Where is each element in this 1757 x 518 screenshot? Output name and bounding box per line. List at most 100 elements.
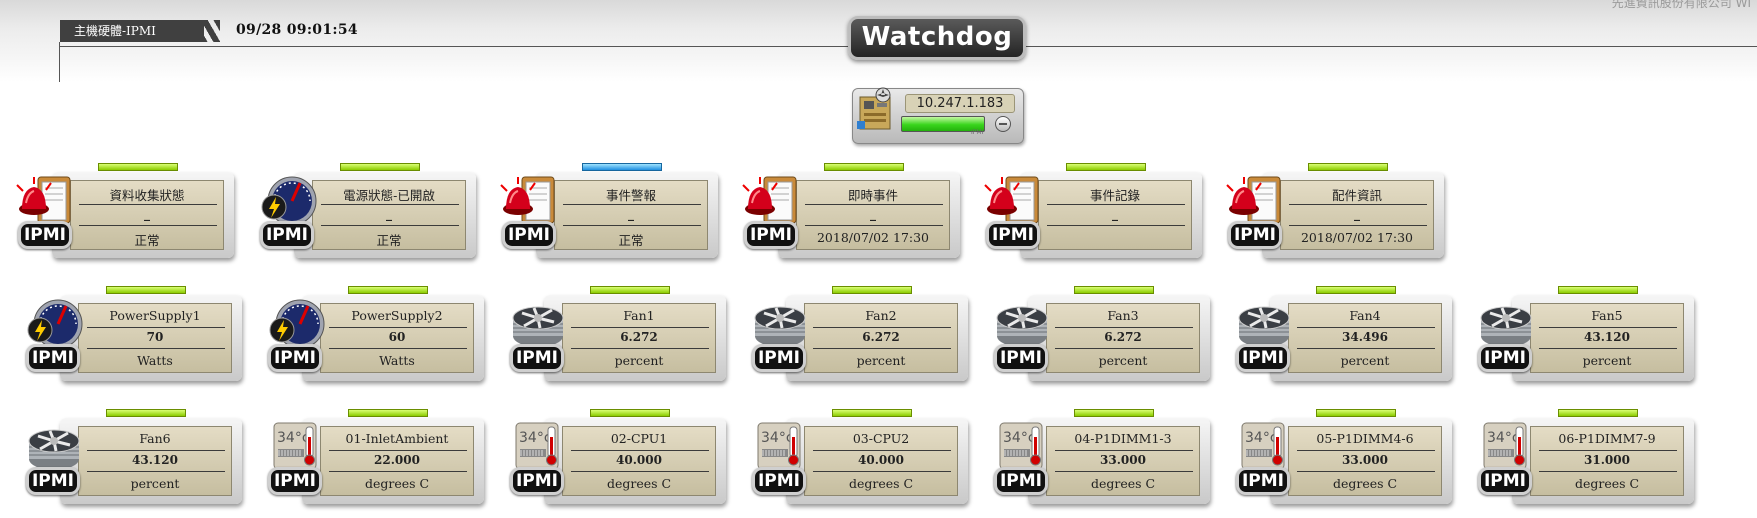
sensor-status: 正常 xyxy=(134,233,160,248)
sensor-value: _ xyxy=(144,207,150,221)
divider xyxy=(563,225,701,226)
sensor-tile[interactable]: 02-CPU1 40.000 degrees C 34°c IPMI xyxy=(508,409,728,509)
sensor-label: Fan3 xyxy=(1107,308,1139,323)
server-badge[interactable]: 10.247.1.183 IPMI xyxy=(852,87,1024,144)
sensor-tile[interactable]: Fan5 43.120 percent IPMI xyxy=(1476,286,1696,386)
sensor-value: 22.000 xyxy=(374,453,420,467)
header-divider-vertical xyxy=(59,42,60,82)
ipmi-badge: IPMI xyxy=(268,344,322,372)
sensor-status: Watts xyxy=(379,353,415,368)
sensor-tile[interactable]: Fan6 43.120 percent IPMI xyxy=(24,409,244,509)
sensor-label: Fan4 xyxy=(1349,308,1381,323)
sensor-tile[interactable]: 電源狀態-已開啟 _ 正常 IPMI xyxy=(258,163,478,263)
tile-panel: 電源狀態-已開啟 _ 正常 xyxy=(312,180,466,250)
sensor-value: 31.000 xyxy=(1584,453,1630,467)
ipmi-badge: IPMI xyxy=(1236,344,1290,372)
status-bar xyxy=(824,163,904,171)
ipmi-badge: IPMI xyxy=(744,221,798,249)
ipmi-badge: IPMI xyxy=(26,344,80,372)
sensor-value: 34.496 xyxy=(1342,330,1388,344)
divider xyxy=(87,327,225,328)
sensor-tile[interactable]: 即時事件 _ 2018/07/02 17:30 IPMI xyxy=(742,163,962,263)
divider xyxy=(87,471,225,472)
svg-text:34°c: 34°c xyxy=(277,430,310,446)
server-toggle-button[interactable] xyxy=(995,116,1011,132)
sensor-value: 33.000 xyxy=(1100,453,1146,467)
divider xyxy=(571,450,709,451)
tile-panel: Fan6 43.120 percent xyxy=(78,426,232,496)
divider xyxy=(1297,327,1435,328)
tile-panel: PowerSupply1 70 Watts xyxy=(78,303,232,373)
ipmi-badge: IPMI xyxy=(1228,221,1282,249)
sensor-label: 06-P1DIMM7-9 xyxy=(1558,431,1656,446)
sensor-status: degrees C xyxy=(848,476,914,491)
sensor-tile[interactable]: 01-InletAmbient 22.000 degrees C 34°c IP… xyxy=(266,409,486,509)
divider xyxy=(87,348,225,349)
tile-panel: 02-CPU1 40.000 degrees C xyxy=(562,426,716,496)
sensor-tile[interactable]: Fan2 6.272 percent IPMI xyxy=(750,286,970,386)
divider xyxy=(1297,471,1435,472)
sensor-status: percent xyxy=(130,476,180,491)
title-decoration xyxy=(188,20,220,42)
divider xyxy=(571,348,709,349)
status-bar xyxy=(106,286,186,294)
sensor-label: 03-CPU2 xyxy=(852,431,910,446)
sensor-tile[interactable]: 資料收集狀態 _ 正常 IPMI xyxy=(16,163,236,263)
divider xyxy=(87,450,225,451)
sensor-tile[interactable]: PowerSupply1 70 Watts IPMI xyxy=(24,286,244,386)
sensor-status: Watts xyxy=(137,353,173,368)
divider xyxy=(571,327,709,328)
sensor-status: 正常 xyxy=(618,233,644,248)
sensor-tile[interactable]: 06-P1DIMM7-9 31.000 degrees C 34°c IPMI xyxy=(1476,409,1696,509)
status-bar xyxy=(98,163,178,171)
sensor-value: 70 xyxy=(146,330,164,344)
sensor-tile[interactable]: 03-CPU2 40.000 degrees C 34°c IPMI xyxy=(750,409,970,509)
ipmi-badge: IPMI xyxy=(18,221,72,249)
sensor-label: 即時事件 xyxy=(847,188,898,203)
tile-panel: 03-CPU2 40.000 degrees C xyxy=(804,426,958,496)
divider xyxy=(1047,225,1185,226)
divider xyxy=(1289,225,1427,226)
sensor-value: 40.000 xyxy=(616,453,662,467)
sensor-tile[interactable]: 05-P1DIMM4-6 33.000 degrees C 34°c IPMI xyxy=(1234,409,1454,509)
ipmi-badge: IPMI xyxy=(268,467,322,495)
tile-panel: 04-P1DIMM1-3 33.000 degrees C xyxy=(1046,426,1200,496)
sensor-status: degrees C xyxy=(606,476,672,491)
sensor-status: percent xyxy=(1340,353,1390,368)
sensor-status: 2018/07/02 17:30 xyxy=(816,230,930,245)
tile-panel: 即時事件 _ 2018/07/02 17:30 xyxy=(796,180,950,250)
sensor-status: degrees C xyxy=(1574,476,1640,491)
sensor-label: 資料收集狀態 xyxy=(109,188,185,203)
status-bar xyxy=(106,409,186,417)
status-bar xyxy=(340,163,420,171)
sensor-value: 6.272 xyxy=(1104,330,1142,344)
tile-panel: 05-P1DIMM4-6 33.000 degrees C xyxy=(1288,426,1442,496)
sensor-status: percent xyxy=(1582,353,1632,368)
divider xyxy=(329,327,467,328)
sensor-value: 43.120 xyxy=(1584,330,1630,344)
sensor-tile[interactable]: 04-P1DIMM1-3 33.000 degrees C 34°c IPMI xyxy=(992,409,1212,509)
status-bar xyxy=(1316,409,1396,417)
divider xyxy=(813,450,951,451)
sensor-tile[interactable]: Fan4 34.496 percent IPMI xyxy=(1234,286,1454,386)
divider xyxy=(329,471,467,472)
ipmi-badge: IPMI xyxy=(986,221,1040,249)
divider xyxy=(1539,327,1677,328)
sensor-tile[interactable]: 事件警報 _ 正常 IPMI xyxy=(500,163,720,263)
svg-text:34°c: 34°c xyxy=(1003,430,1036,446)
sensor-tile[interactable]: Fan1 6.272 percent IPMI xyxy=(508,286,728,386)
sensor-tile[interactable]: 配件資訊 _ 2018/07/02 17:30 IPMI xyxy=(1226,163,1446,263)
sensor-tile[interactable]: 事件記錄 _ IPMI xyxy=(984,163,1204,263)
sensor-label: 配件資訊 xyxy=(1331,188,1382,203)
divider xyxy=(1047,204,1185,205)
server-ipmi-label: IPMI xyxy=(971,129,984,136)
sensor-tile[interactable]: Fan3 6.272 percent IPMI xyxy=(992,286,1212,386)
sensor-value: 6.272 xyxy=(620,330,658,344)
sensor-status: degrees C xyxy=(1090,476,1156,491)
divider xyxy=(79,225,217,226)
tile-panel: 01-InletAmbient 22.000 degrees C xyxy=(320,426,474,496)
sensor-tile[interactable]: PowerSupply2 60 Watts IPMI xyxy=(266,286,486,386)
company-name: 先進資訊股份有限公司 WI xyxy=(1611,0,1751,10)
divider xyxy=(813,471,951,472)
divider xyxy=(1297,348,1435,349)
